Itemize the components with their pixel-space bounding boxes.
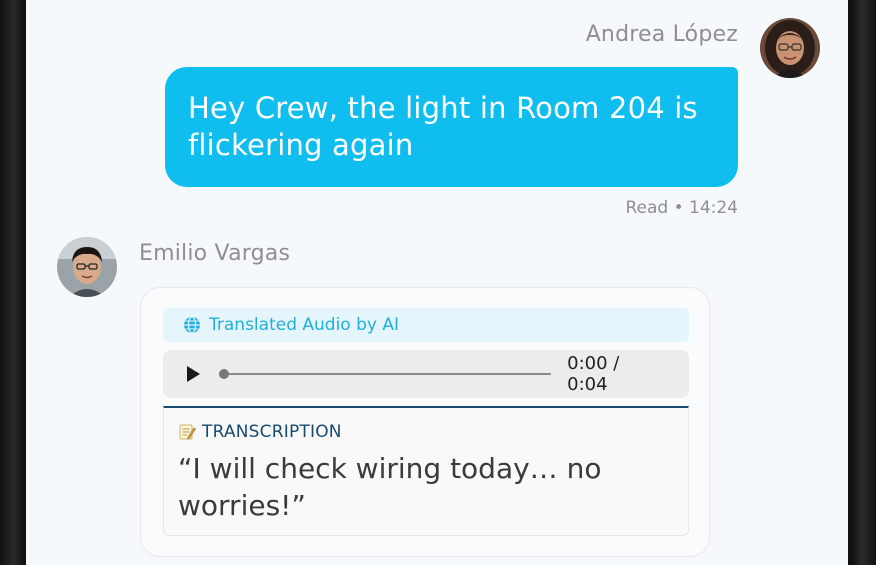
transcription-header: TRANSCRIPTION bbox=[178, 422, 342, 442]
audio-player: 0:00 / 0:04 bbox=[163, 350, 689, 398]
device-frame: Andrea López Hey Crew, the light in Room… bbox=[0, 0, 876, 565]
avatar-emilio-image bbox=[57, 237, 117, 297]
globe-icon bbox=[184, 316, 200, 334]
audio-time: 0:00 / 0:04 bbox=[567, 353, 620, 395]
sender-name-andrea: Andrea López bbox=[585, 22, 738, 47]
memo-icon bbox=[179, 424, 196, 440]
avatar-emilio[interactable] bbox=[57, 237, 117, 297]
outgoing-message-text: Hey Crew, the light in Room 204 is flick… bbox=[188, 91, 698, 162]
transcription-label: TRANSCRIPTION bbox=[202, 422, 342, 442]
transcription-text: “I will check wiring today… no worries!” bbox=[178, 452, 602, 522]
avatar-andrea-image bbox=[760, 18, 820, 78]
sender-name-emilio: Emilio Vargas bbox=[139, 241, 291, 266]
ai-banner-label: Translated Audio by AI bbox=[209, 315, 400, 335]
audio-seek-slider[interactable] bbox=[218, 364, 552, 384]
seek-track bbox=[218, 373, 552, 375]
play-button[interactable] bbox=[183, 364, 203, 384]
avatar-andrea[interactable] bbox=[760, 18, 820, 78]
read-receipt: Read • 14:24 bbox=[625, 198, 738, 218]
seek-thumb[interactable] bbox=[218, 369, 229, 379]
incoming-audio-message-card: Translated Audio by AI 0:00 / 0:04 TRANS… bbox=[140, 287, 710, 557]
transcription-box: TRANSCRIPTION “I will check wiring today… bbox=[163, 406, 689, 536]
chat-screen: Andrea López Hey Crew, the light in Room… bbox=[26, 0, 848, 565]
ai-translation-banner: Translated Audio by AI bbox=[163, 308, 689, 342]
outgoing-message-bubble[interactable]: Hey Crew, the light in Room 204 is flick… bbox=[165, 67, 738, 187]
play-icon bbox=[186, 366, 200, 382]
